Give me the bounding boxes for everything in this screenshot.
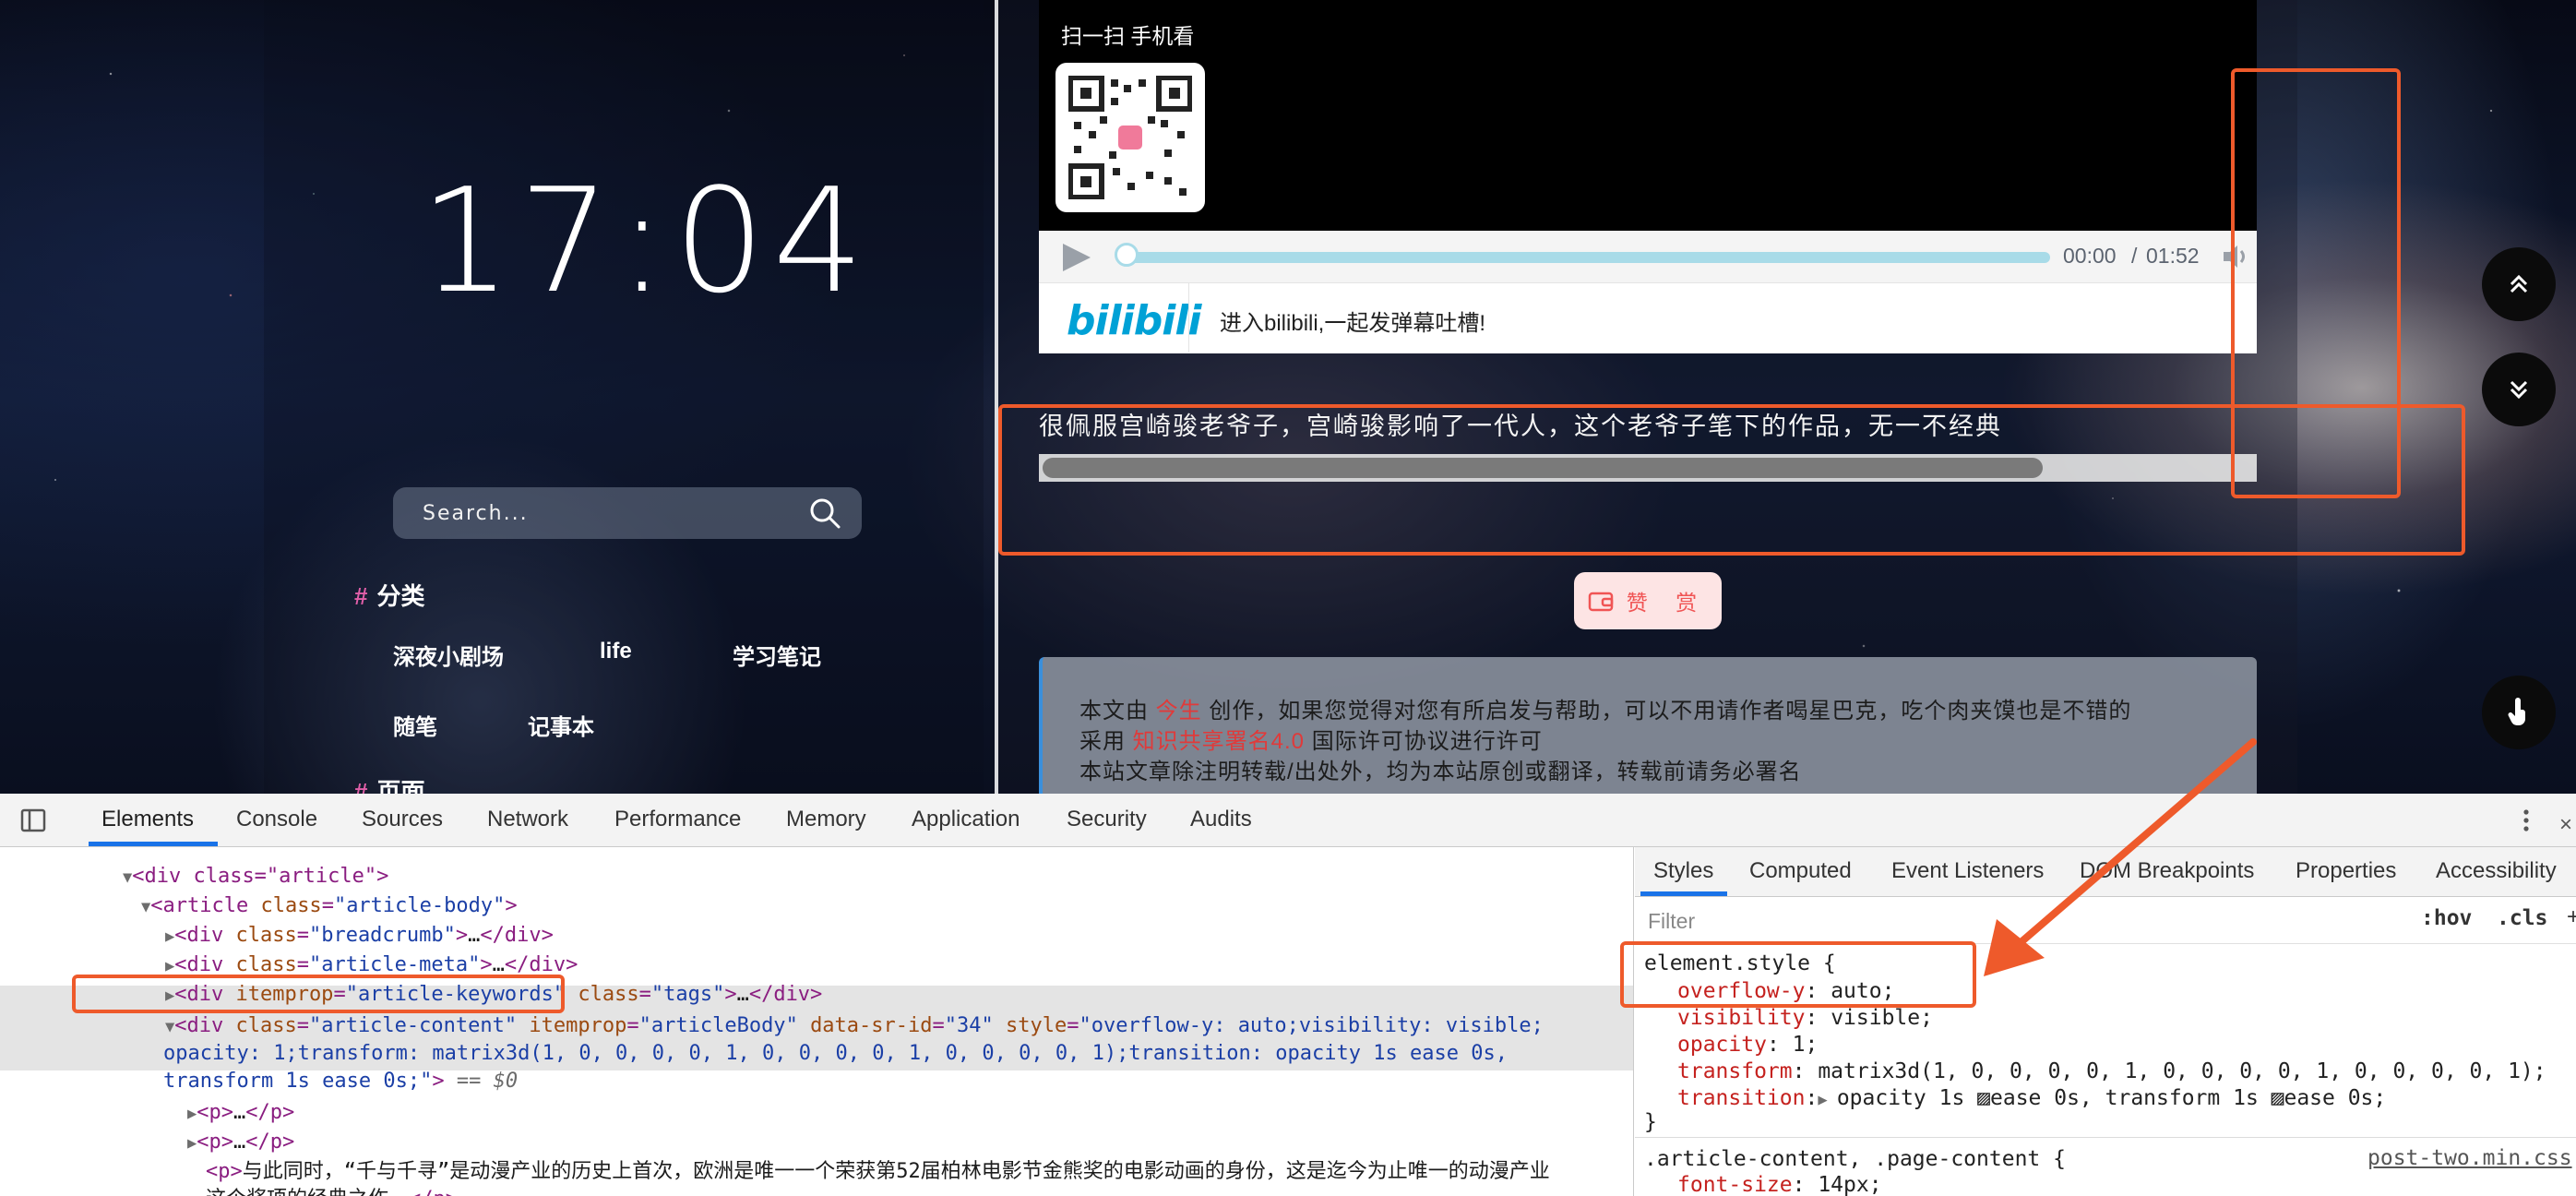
category-link[interactable]: 深夜小剧场: [393, 639, 504, 671]
video-frame[interactable]: [1039, 0, 2257, 231]
qr-code: [1055, 63, 1205, 212]
tab-network[interactable]: Network: [487, 807, 568, 832]
reward-button[interactable]: 赞 赏: [1574, 572, 1722, 629]
play-icon[interactable]: [1059, 242, 1092, 273]
sidebar-panel: [264, 0, 984, 794]
pane-divider[interactable]: [1633, 847, 1634, 1196]
progress-knob[interactable]: [1115, 243, 1139, 267]
tab-styles[interactable]: Styles: [1653, 858, 1713, 884]
double-chevron-down-icon: [2510, 380, 2528, 400]
reward-label: 赞 赏: [1626, 591, 1709, 615]
license-line-1: 本文由 今生 创作，如果您觉得对您有所启发与帮助，可以不用请作者喝星巴克，吃个肉…: [1079, 699, 2132, 724]
qr-code-icon: [1068, 76, 1192, 199]
css-prop-transition[interactable]: transition:▶ opacity 1s ▨ease 0s, transf…: [1677, 1085, 2386, 1113]
progress-bar[interactable]: [1127, 252, 2050, 263]
category-link[interactable]: 学习笔记: [733, 639, 821, 671]
scroll-top-button[interactable]: [2482, 247, 2556, 321]
tab-memory[interactable]: Memory: [786, 807, 866, 832]
annotation-box-element-style: [1620, 941, 1976, 1008]
dock-side-icon[interactable]: [20, 808, 46, 832]
tab-properties[interactable]: Properties: [2296, 858, 2396, 884]
rule-selector: .article-content, .page-content {: [1644, 1147, 2066, 1171]
css-prop-opacity[interactable]: opacity: 1;: [1677, 1032, 1818, 1058]
rule-separator: [1635, 1137, 2576, 1138]
stylesheet-source-link[interactable]: post-two.min.css: [2367, 1146, 2572, 1170]
active-styles-tab-indicator: [1640, 891, 1727, 896]
tab-accessibility[interactable]: Accessibility: [2436, 858, 2557, 884]
close-devtools-icon[interactable]: ×: [2559, 812, 2572, 838]
hash-icon: #: [354, 582, 368, 610]
hover-state-toggle[interactable]: :hov: [2421, 906, 2472, 930]
tab-sources[interactable]: Sources: [362, 807, 443, 832]
pointer-button[interactable]: [2482, 676, 2556, 749]
tab-computed[interactable]: Computed: [1749, 858, 1852, 884]
annotation-box-quote: [998, 404, 2465, 556]
time-separator: /: [2131, 244, 2138, 268]
tab-elements[interactable]: Elements: [101, 807, 194, 832]
time-current: 00:00: [2063, 244, 2117, 268]
expand-triangle-icon[interactable]: ▶: [1818, 1091, 1836, 1109]
new-rule-button[interactable]: +: [2567, 904, 2576, 930]
search-box[interactable]: [393, 487, 862, 539]
search-icon[interactable]: [808, 496, 841, 530]
scroll-bottom-button[interactable]: [2482, 353, 2556, 426]
wallet-icon: [1588, 592, 1614, 612]
double-chevron-up-icon: [2510, 274, 2528, 293]
class-toggle[interactable]: .cls: [2497, 906, 2547, 930]
category-link[interactable]: 记事本: [528, 709, 594, 741]
divider: [1188, 282, 1189, 353]
clock-display: 17:04: [420, 157, 872, 325]
annotation-box-selected-node: [72, 975, 565, 1013]
license-link[interactable]: 知识共享署名4.0: [1133, 729, 1305, 754]
tab-security[interactable]: Security: [1067, 807, 1147, 832]
category-link[interactable]: 随笔: [393, 709, 437, 741]
time-total: 01:52: [2146, 244, 2200, 268]
screen: 17:04 #分类 深夜小剧场 life 学习笔记 随笔 记事本 #页面 扫一扫…: [0, 0, 2576, 1196]
tree-node-p-text-end: 这个奖项的经典之作。</p>: [157, 1155, 458, 1196]
annotation-arrow-icon: [1984, 738, 2257, 976]
hand-pointer-icon: [2508, 698, 2525, 725]
categories-heading: # 分类: [354, 582, 425, 610]
tab-performance[interactable]: Performance: [614, 807, 741, 832]
tab-console[interactable]: Console: [236, 807, 317, 832]
author-link[interactable]: 今生: [1156, 699, 1202, 724]
bilibili-link[interactable]: 进入bilibili,一起发弹幕吐槽!: [1220, 305, 1485, 337]
rule-closing-brace: }: [1644, 1110, 1657, 1134]
more-options-icon[interactable]: [2517, 807, 2535, 834]
category-link[interactable]: life: [600, 639, 632, 664]
tab-application[interactable]: Application: [912, 807, 1020, 832]
css-prop-visibility[interactable]: visibility: visible;: [1677, 1005, 1933, 1031]
search-input[interactable]: [421, 500, 808, 526]
css-prop-font-size[interactable]: font-size: 14px;: [1677, 1172, 1882, 1196]
tab-audits[interactable]: Audits: [1190, 807, 1252, 832]
qr-title: 扫一扫 手机看: [1061, 24, 1195, 48]
bilibili-logo[interactable]: bilibili: [1067, 297, 1201, 344]
css-prop-transform[interactable]: transform: matrix3d(1, 0, 0, 0, 0, 1, 0,…: [1677, 1058, 2546, 1084]
